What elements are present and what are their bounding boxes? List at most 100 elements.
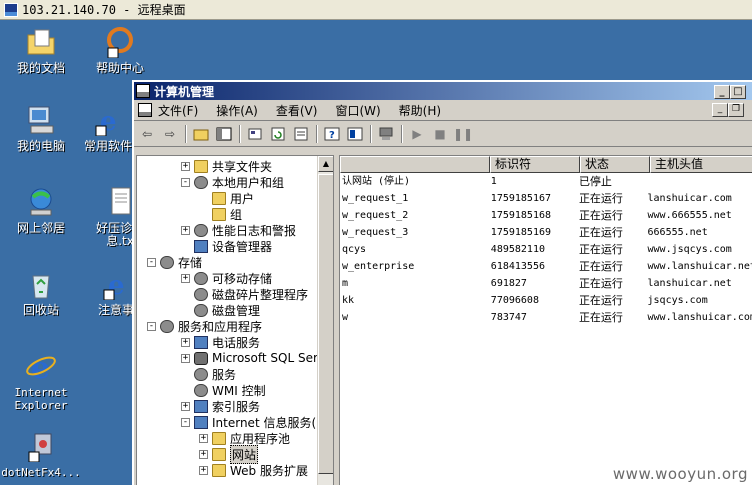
remote-desktop-icon — [4, 2, 18, 17]
list-item[interactable]: qcys 489582110 正在运行 www.jsqcys.com — [340, 242, 752, 258]
tree-item-label: 性能日志和警报 — [212, 223, 297, 238]
menu-file[interactable]: 文件(F) — [158, 102, 198, 119]
window-titlebar[interactable]: 计算机管理 — [134, 82, 752, 100]
collapse-toggle-icon[interactable]: - — [147, 321, 156, 331]
collapse-toggle-icon[interactable]: - — [181, 177, 190, 187]
scroll-thumb[interactable] — [318, 174, 333, 474]
collapse-toggle-icon[interactable]: - — [181, 417, 190, 427]
list-item[interactable]: w_enterprise 618413556 正在运行 www.lanshuicar.… — [340, 259, 752, 275]
menu-action[interactable]: 操作(A) — [216, 102, 258, 119]
gear-icon — [160, 319, 174, 333]
expand-toggle-icon[interactable]: + — [181, 225, 190, 235]
site-identifier: 77096608 — [490, 295, 539, 306]
refresh-icon[interactable] — [269, 125, 287, 143]
tree-item[interactable]: 设备管理器 — [181, 238, 272, 254]
tree-item[interactable]: 组 — [199, 206, 242, 222]
site-identifier: 489582110 — [490, 244, 545, 255]
tree-item[interactable]: 用户 — [199, 190, 254, 206]
list-item[interactable]: w_request_2 1759185168 正在运行 www.666555.net — [340, 208, 752, 224]
forward-arrow-icon[interactable]: ⇨ — [161, 125, 179, 143]
expand-toggle-icon[interactable]: + — [181, 337, 190, 347]
tree-item[interactable]: - Internet 信息服务(II — [181, 414, 323, 430]
menu-window[interactable]: 窗口(W) — [335, 102, 380, 119]
menu-help[interactable]: 帮助(H) — [399, 102, 441, 119]
desktop-icon-help-center[interactable]: 帮助中心 — [80, 26, 160, 75]
pause-icon[interactable]: ❚❚ — [453, 125, 473, 143]
column-header-description[interactable] — [340, 156, 490, 173]
site-status: 正在运行 — [578, 277, 623, 290]
expand-toggle-icon[interactable]: + — [181, 353, 190, 363]
stop-icon[interactable]: ■ — [431, 125, 449, 143]
list-item[interactable]: w_request_1 1759185167 正在运行 lanshuicar.com — [340, 191, 752, 207]
menu-bar: 文件(F) 操作(A) 查看(V) 窗口(W) 帮助(H) _ ❐ — [134, 100, 752, 121]
tree-item[interactable]: + 索引服务 — [181, 398, 260, 414]
column-header-status[interactable]: 状态 — [580, 156, 650, 173]
desktop-icon-dotnetfx-installer[interactable]: dotNetFx4... — [1, 430, 81, 479]
toolbar-separator — [185, 124, 187, 143]
computer-management-window[interactable]: 计算机管理 _ □ 文件(F) 操作(A) 查看(V) 窗口(W) 帮助(H) … — [132, 80, 752, 485]
console-tree[interactable]: + 共享文件夹 - 本地用户和组 用户组 + 性能日志和警报 设备管理器 - 存储 + 可移动存储 磁盘… — [136, 155, 334, 485]
column-header-host-header[interactable]: 主机头值 — [650, 156, 752, 173]
tree-item[interactable]: + 网站 — [199, 444, 259, 464]
site-host-header — [644, 174, 752, 190]
site-description: 认网站 (停止) — [342, 176, 411, 187]
expand-toggle-icon[interactable]: + — [199, 465, 208, 475]
websites-list[interactable]: 标识符 状态 主机头值 认网站 (停止) 1 已停止 w_request_1 17591… — [339, 155, 752, 485]
mdi-minimize-button[interactable]: _ — [712, 103, 728, 117]
help-topics-icon[interactable] — [346, 125, 364, 143]
desktop-icon-recycle-bin[interactable]: 回收站 — [1, 268, 81, 317]
expand-toggle-icon[interactable]: + — [181, 401, 190, 411]
list-item[interactable]: kk 77096608 正在运行 jsqcys.com — [340, 293, 752, 309]
tree-item[interactable]: + Microsoft SQL Server — [181, 350, 333, 366]
remote-desktop-titlebar[interactable]: 103.21.140.70 - 远程桌面 — [0, 0, 752, 20]
tree-item[interactable]: - 存储 — [147, 254, 202, 270]
tree-item[interactable]: + 可移动存储 — [181, 270, 272, 286]
tree-item[interactable]: WMI 控制 — [181, 382, 266, 398]
tree-item[interactable]: 服务 — [181, 366, 236, 382]
documents-folder-icon — [25, 26, 57, 58]
menu-view[interactable]: 查看(V) — [276, 102, 318, 119]
toolbar-separator — [370, 124, 372, 143]
help-center-icon — [104, 26, 136, 59]
tree-item[interactable]: 磁盘管理 — [181, 302, 260, 318]
db-icon — [194, 351, 208, 365]
list-item[interactable]: 认网站 (停止) 1 已停止 — [340, 174, 752, 190]
expand-toggle-icon[interactable]: + — [199, 433, 208, 443]
tree-item[interactable]: + Web 服务扩展 — [199, 462, 308, 478]
console-icon[interactable] — [138, 103, 152, 117]
up-folder-icon[interactable] — [192, 125, 210, 143]
expand-toggle-icon[interactable]: + — [181, 161, 190, 171]
tree-item[interactable]: - 服务和应用程序 — [147, 318, 262, 334]
properties-icon[interactable] — [246, 125, 264, 143]
desktop-icon-network-places[interactable]: 网上邻居 — [1, 186, 81, 235]
desktop-icon-internet-explorer[interactable]: e Internet Explorer — [1, 350, 81, 412]
list-item[interactable]: m 691827 正在运行 lanshuicar.net — [340, 276, 752, 292]
gear-icon — [160, 255, 174, 269]
tree-item[interactable]: - 本地用户和组 — [181, 174, 284, 190]
scroll-up-arrow-icon[interactable]: ▲ — [318, 156, 333, 172]
show-hide-tree-icon[interactable] — [215, 125, 233, 143]
tree-scrollbar[interactable]: ▲ — [317, 156, 333, 485]
collapse-toggle-icon[interactable]: - — [147, 257, 156, 267]
mdi-restore-button[interactable]: ❐ — [728, 103, 744, 117]
start-icon[interactable]: ▶ — [408, 125, 426, 143]
help-icon[interactable]: ? — [323, 125, 341, 143]
list-item[interactable]: w 783747 正在运行 www.lanshuicar.com — [340, 310, 752, 326]
tree-item-label: 服务和应用程序 — [178, 319, 263, 334]
minimize-button[interactable]: _ — [714, 85, 730, 99]
back-arrow-icon[interactable]: ⇦ — [138, 125, 156, 143]
tree-item[interactable]: + 共享文件夹 — [181, 158, 272, 174]
list-item[interactable]: w_request_3 1759185169 正在运行 666555.net — [340, 225, 752, 241]
computer-icon[interactable] — [377, 125, 395, 143]
desktop-icon-my-documents[interactable]: 我的文档 — [1, 26, 81, 75]
tree-item[interactable]: 磁盘碎片整理程序 — [181, 286, 308, 302]
column-header-identifier[interactable]: 标识符 — [490, 156, 580, 173]
export-list-icon[interactable] — [292, 125, 310, 143]
tree-item[interactable]: + 电话服务 — [181, 334, 260, 350]
tree-item[interactable]: + 性能日志和警报 — [181, 222, 296, 238]
maximize-button[interactable]: □ — [730, 85, 746, 99]
expand-toggle-icon[interactable]: + — [199, 449, 208, 459]
expand-toggle-icon[interactable]: + — [181, 273, 190, 283]
tree-item-label: 电话服务 — [212, 335, 261, 350]
